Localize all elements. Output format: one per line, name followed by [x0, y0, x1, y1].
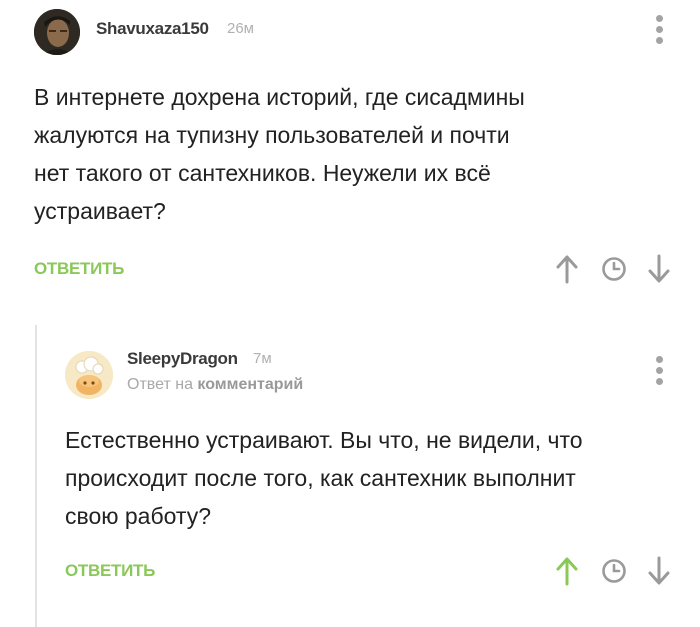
clock-icon[interactable] [601, 256, 627, 282]
reply-button[interactable]: ОТВЕТИТЬ [65, 561, 155, 581]
comment-text: В интернете дохрена историй, где сисадми… [34, 84, 525, 224]
thread-line [35, 325, 37, 627]
timestamp: 7м [253, 350, 272, 367]
clock-icon[interactable] [601, 558, 627, 584]
username[interactable]: SleepyDragon [127, 349, 238, 369]
avatar[interactable] [65, 351, 113, 399]
timestamp: 26м [227, 20, 254, 37]
avatar[interactable] [34, 9, 80, 55]
comment-text: Естественно устраивают. Вы что, не видел… [65, 427, 583, 529]
more-vertical-icon[interactable] [655, 356, 663, 389]
arrow-down-icon[interactable] [647, 254, 671, 284]
reply-to-link[interactable]: Ответ на комментарий [127, 376, 303, 394]
arrow-up-icon[interactable] [555, 556, 579, 586]
username[interactable]: Shavuxaza150 [96, 19, 209, 39]
reply-button[interactable]: ОТВЕТИТЬ [34, 259, 124, 279]
more-vertical-icon[interactable] [655, 15, 663, 48]
arrow-up-icon[interactable] [555, 254, 579, 284]
arrow-down-icon[interactable] [647, 556, 671, 586]
